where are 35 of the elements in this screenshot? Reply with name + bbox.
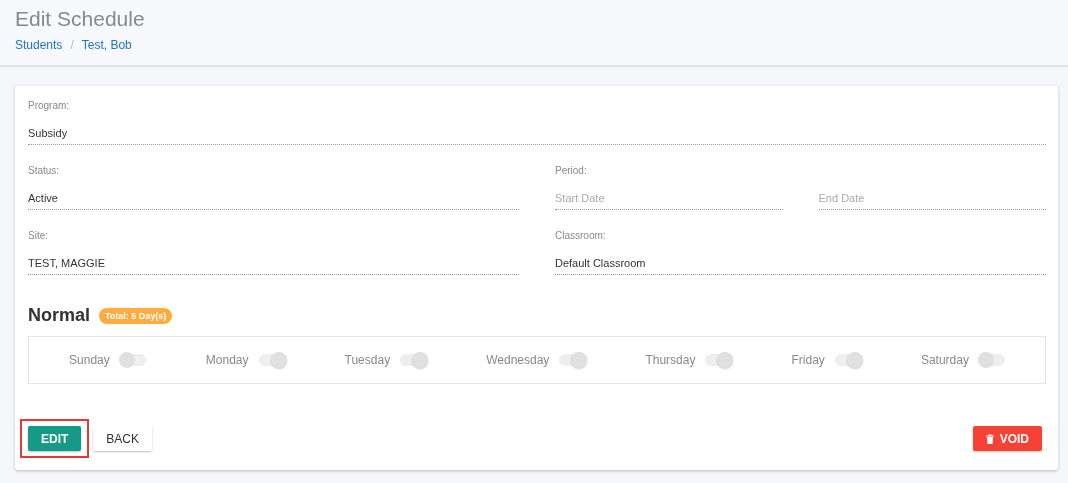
input-field[interactable]: Active bbox=[28, 179, 519, 210]
edit-button[interactable]: EDIT bbox=[28, 426, 82, 451]
day-toggle[interactable] bbox=[705, 354, 732, 366]
day-toggle[interactable] bbox=[978, 354, 1005, 366]
field-label: Program: bbox=[28, 100, 71, 113]
void-button[interactable]: VOID bbox=[972, 426, 1042, 451]
field-label: Classroom: bbox=[555, 230, 607, 243]
day-label: Saturday bbox=[920, 353, 969, 367]
field-label: Status: bbox=[28, 165, 61, 178]
day-label: Wednesday bbox=[486, 353, 550, 367]
input-field[interactable]: Subsidy bbox=[28, 114, 1046, 145]
date-field[interactable]: Start Date bbox=[555, 179, 783, 210]
page-title: Edit Schedule bbox=[15, 6, 146, 32]
day-label: Sunday bbox=[69, 353, 110, 367]
day-label: Tuesday bbox=[344, 353, 391, 367]
input-field[interactable]: Default Classroom bbox=[555, 244, 1046, 275]
day-toggle[interactable] bbox=[258, 354, 285, 366]
trash-icon bbox=[985, 433, 994, 444]
field-label: Site: bbox=[28, 230, 49, 243]
back-button[interactable]: BACK bbox=[93, 426, 153, 451]
day-label: Monday bbox=[205, 353, 249, 367]
day-label: Friday bbox=[791, 353, 825, 367]
section-title: Normal bbox=[28, 305, 90, 326]
breadcrumb-link[interactable]: Students bbox=[15, 38, 63, 52]
day-label: Thursday bbox=[645, 353, 696, 367]
day-toggle[interactable] bbox=[119, 354, 146, 366]
total-badge: Total: 5 Day(s) bbox=[99, 307, 173, 324]
breadcrumb-separator: / bbox=[70, 38, 74, 52]
breadcrumb-link[interactable]: Test, Bob bbox=[81, 38, 132, 52]
day-toggle[interactable] bbox=[834, 354, 861, 366]
day-toggle[interactable] bbox=[400, 354, 427, 366]
input-field[interactable]: TEST, MAGGIE bbox=[28, 244, 519, 275]
day-toggle[interactable] bbox=[559, 354, 586, 366]
field-label: Period: bbox=[555, 165, 588, 178]
date-field[interactable]: End Date bbox=[818, 179, 1046, 210]
